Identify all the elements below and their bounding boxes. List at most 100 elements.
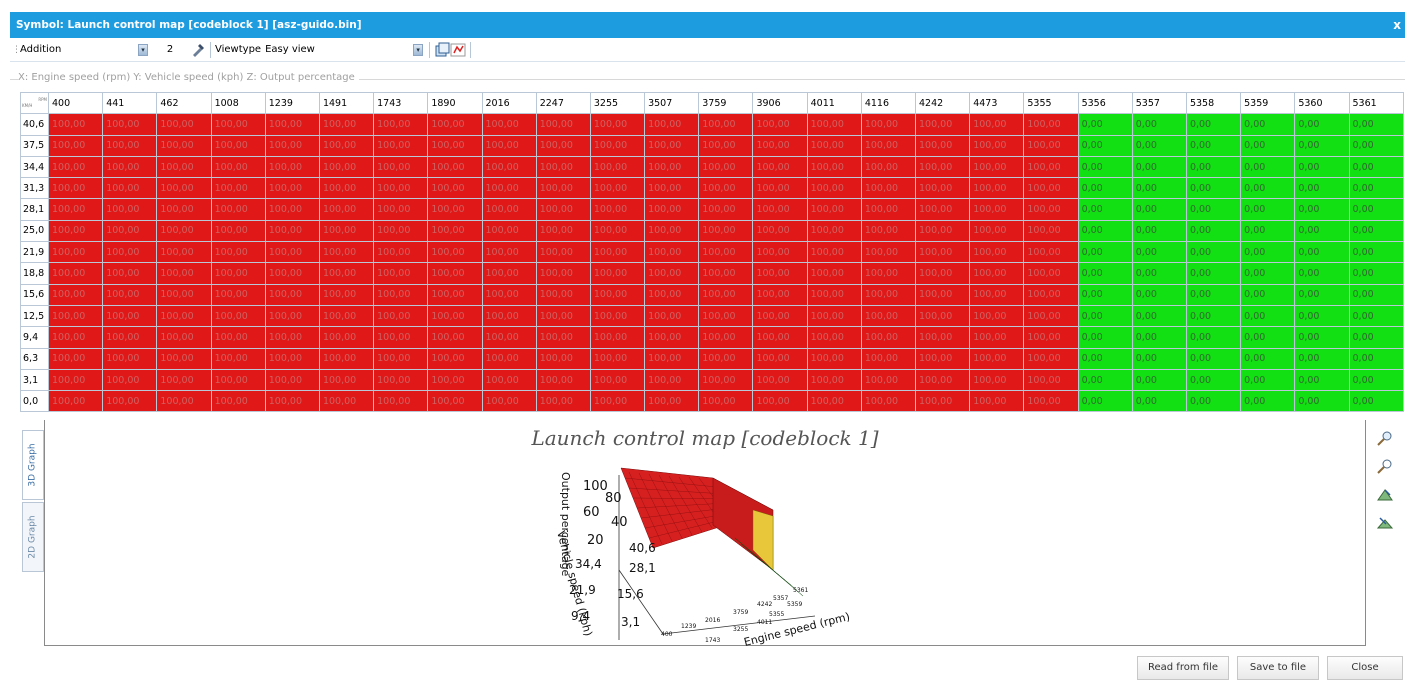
map-cell[interactable]: 100,00: [373, 155, 429, 179]
map-cell[interactable]: 100,00: [47, 177, 104, 200]
map-cell[interactable]: 100,00: [698, 219, 754, 243]
map-cell[interactable]: 0,00: [1185, 304, 1242, 328]
map-cell[interactable]: 100,00: [860, 326, 917, 349]
map-cell[interactable]: 100,00: [47, 262, 104, 285]
map-cell[interactable]: 0,00: [1240, 155, 1296, 179]
map-cell[interactable]: 100,00: [969, 219, 1025, 243]
map-cell[interactable]: 100,00: [373, 177, 429, 200]
map-cell[interactable]: 100,00: [318, 262, 375, 285]
apply-operation-icon[interactable]: [190, 42, 206, 58]
map-cell[interactable]: 100,00: [806, 241, 862, 264]
map-cell[interactable]: 0,00: [1077, 283, 1133, 306]
map-cell[interactable]: 0,00: [1294, 347, 1350, 370]
map-cell[interactable]: 100,00: [373, 283, 429, 306]
map-cell[interactable]: 100,00: [860, 198, 917, 221]
map-cell[interactable]: 100,00: [535, 113, 591, 136]
map-cell[interactable]: 100,00: [156, 177, 212, 200]
map-cell[interactable]: 100,00: [698, 177, 754, 200]
read-from-file-button[interactable]: Read from file: [1137, 656, 1229, 680]
map-cell[interactable]: 100,00: [914, 198, 971, 221]
chevron-down-icon[interactable]: ▾: [138, 43, 148, 56]
map-cell[interactable]: 100,00: [156, 134, 212, 157]
map-cell[interactable]: 100,00: [969, 113, 1025, 136]
map-cell[interactable]: 100,00: [102, 326, 158, 349]
map-cell[interactable]: 0,00: [1348, 241, 1404, 264]
map-cell[interactable]: 100,00: [373, 198, 429, 221]
map-cell[interactable]: 100,00: [210, 390, 266, 413]
map-cell[interactable]: 100,00: [644, 134, 700, 157]
map-cell[interactable]: 100,00: [806, 283, 862, 306]
map-cell[interactable]: 0,00: [1294, 304, 1350, 328]
map-cell[interactable]: 100,00: [47, 304, 104, 328]
map-cell[interactable]: 100,00: [1023, 134, 1079, 157]
map-cell[interactable]: 100,00: [102, 368, 158, 392]
map-cell[interactable]: 100,00: [806, 177, 862, 200]
map-cell[interactable]: 100,00: [698, 198, 754, 221]
map-cell[interactable]: 100,00: [969, 262, 1025, 285]
map-cell[interactable]: 0,00: [1294, 177, 1350, 200]
map-cell[interactable]: 100,00: [102, 283, 158, 306]
map-cell[interactable]: 100,00: [914, 304, 971, 328]
map-cell[interactable]: 100,00: [210, 219, 266, 243]
map-cell[interactable]: 100,00: [210, 326, 266, 349]
map-cell[interactable]: 100,00: [752, 177, 808, 200]
map-cell[interactable]: 0,00: [1185, 177, 1242, 200]
map-cell[interactable]: 0,00: [1348, 347, 1404, 370]
map-cell[interactable]: 0,00: [1131, 326, 1187, 349]
map-cell[interactable]: 100,00: [102, 198, 158, 221]
map-cell[interactable]: 100,00: [427, 304, 483, 328]
map-cell[interactable]: 100,00: [535, 283, 591, 306]
map-cell[interactable]: 100,00: [427, 347, 483, 370]
map-cell[interactable]: 0,00: [1348, 304, 1404, 328]
map-cell[interactable]: 100,00: [156, 304, 212, 328]
map-cell[interactable]: 100,00: [698, 262, 754, 285]
map-cell[interactable]: 100,00: [427, 326, 483, 349]
map-cell[interactable]: 100,00: [752, 134, 808, 157]
map-cell[interactable]: 100,00: [589, 219, 646, 243]
map-cell[interactable]: 0,00: [1348, 134, 1404, 157]
map-cell[interactable]: 100,00: [752, 326, 808, 349]
map-cell[interactable]: 100,00: [264, 304, 320, 328]
map-cell[interactable]: 0,00: [1185, 390, 1242, 413]
map-cell[interactable]: 100,00: [752, 283, 808, 306]
map-cell[interactable]: 100,00: [914, 283, 971, 306]
map-cell[interactable]: 100,00: [102, 177, 158, 200]
map-cell[interactable]: 0,00: [1077, 326, 1133, 349]
map-cell[interactable]: 100,00: [156, 113, 212, 136]
map-cell[interactable]: 100,00: [752, 347, 808, 370]
map-cell[interactable]: 100,00: [427, 283, 483, 306]
map-cell[interactable]: 0,00: [1131, 219, 1187, 243]
map-cell[interactable]: 100,00: [806, 326, 862, 349]
map-cell[interactable]: 0,00: [1348, 368, 1404, 392]
map-cell[interactable]: 0,00: [1131, 134, 1187, 157]
map-cell[interactable]: 100,00: [427, 262, 483, 285]
graph-area[interactable]: Launch control map [codeblock 1] 100 80 60…: [44, 420, 1366, 646]
map-cell[interactable]: 0,00: [1348, 326, 1404, 349]
map-cell[interactable]: 100,00: [1023, 177, 1079, 200]
map-cell[interactable]: 0,00: [1185, 241, 1242, 264]
map-cell[interactable]: 100,00: [156, 283, 212, 306]
map-cell[interactable]: 0,00: [1077, 113, 1133, 136]
map-cell[interactable]: 0,00: [1131, 347, 1187, 370]
map-cell[interactable]: 100,00: [914, 241, 971, 264]
map-cell[interactable]: 100,00: [644, 304, 700, 328]
map-cell[interactable]: 0,00: [1077, 155, 1133, 179]
map-cell[interactable]: 100,00: [481, 241, 537, 264]
map-cell[interactable]: 0,00: [1131, 283, 1187, 306]
map-cell[interactable]: 100,00: [914, 177, 971, 200]
map-cell[interactable]: 100,00: [373, 326, 429, 349]
map-cell[interactable]: 100,00: [427, 177, 483, 200]
map-cell[interactable]: 100,00: [210, 283, 266, 306]
map-cell[interactable]: 100,00: [644, 390, 700, 413]
map-cell[interactable]: 100,00: [481, 326, 537, 349]
map-cell[interactable]: 100,00: [644, 241, 700, 264]
map-cell[interactable]: 100,00: [806, 198, 862, 221]
amount-input[interactable]: 2: [150, 44, 190, 55]
map-cell[interactable]: 0,00: [1185, 198, 1242, 221]
map-cell[interactable]: 100,00: [589, 241, 646, 264]
map-cell[interactable]: 100,00: [806, 134, 862, 157]
map-cell[interactable]: 100,00: [914, 368, 971, 392]
map-cell[interactable]: 100,00: [806, 347, 862, 370]
map-cell[interactable]: 0,00: [1294, 155, 1350, 179]
window-close-button[interactable]: x: [1393, 12, 1401, 38]
